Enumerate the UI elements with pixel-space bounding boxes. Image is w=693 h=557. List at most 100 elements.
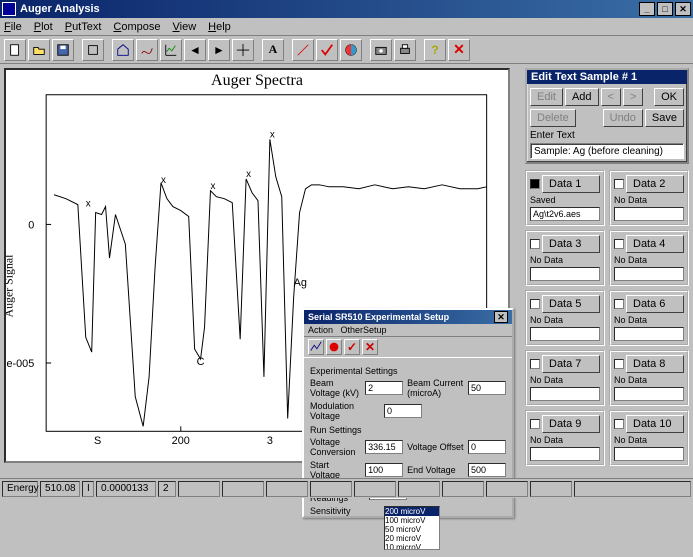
slot-checkbox[interactable] <box>530 179 540 189</box>
menu-puttext[interactable]: PutText <box>65 21 102 33</box>
enter-text-input[interactable] <box>530 143 684 159</box>
beam-voltage-input[interactable] <box>365 381 403 395</box>
box-icon[interactable] <box>82 39 104 61</box>
beam-current-input[interactable] <box>468 381 506 395</box>
slot-button[interactable]: Data 8 <box>626 355 684 373</box>
help-icon[interactable]: ? <box>424 39 446 61</box>
slot-filename-input[interactable] <box>530 387 600 401</box>
sensitivity-option[interactable]: 10 microV <box>385 543 439 550</box>
slot-button[interactable]: Data 1 <box>542 175 600 193</box>
new-icon[interactable] <box>4 39 26 61</box>
minimize-button[interactable]: _ <box>639 2 655 16</box>
slot-filename-input[interactable] <box>614 327 684 341</box>
text-icon[interactable]: A <box>262 39 284 61</box>
y-axis-label: Auger Signal <box>6 254 16 318</box>
status-energy-label: Energy <box>2 481 38 497</box>
slot-checkbox[interactable] <box>614 179 624 189</box>
slot-checkbox[interactable] <box>530 239 540 249</box>
slot-button[interactable]: Data 6 <box>626 295 684 313</box>
slot-button[interactable]: Data 5 <box>542 295 600 313</box>
slot-checkbox[interactable] <box>530 299 540 309</box>
status-cell-c <box>266 481 308 497</box>
dialog-menu-other[interactable]: OtherSetup <box>341 325 387 335</box>
start-v-input[interactable] <box>365 463 403 477</box>
slot-button[interactable]: Data 7 <box>542 355 600 373</box>
slot-checkbox[interactable] <box>530 419 540 429</box>
menu-compose[interactable]: Compose <box>113 21 160 33</box>
volt-conv-input[interactable] <box>365 440 403 454</box>
dialog-accept-icon[interactable]: ✓ <box>344 339 360 355</box>
prev-text-button[interactable]: < <box>601 88 621 106</box>
slot-filename-input[interactable] <box>530 267 600 281</box>
scale-icon[interactable] <box>160 39 182 61</box>
dialog-menu-action[interactable]: Action <box>308 325 333 335</box>
svg-text:x: x <box>86 199 91 210</box>
slot-button[interactable]: Data 9 <box>542 415 600 433</box>
end-v-input[interactable] <box>468 463 506 477</box>
slot-button[interactable]: Data 10 <box>626 415 684 433</box>
menu-help[interactable]: Help <box>208 21 231 33</box>
start-v-label: Start Voltage <box>310 460 361 480</box>
menu-plot[interactable]: Plot <box>34 21 53 33</box>
slot-filename-input[interactable] <box>614 387 684 401</box>
house-icon[interactable] <box>112 39 134 61</box>
next-text-button[interactable]: > <box>623 88 643 106</box>
crosshair-icon[interactable] <box>232 39 254 61</box>
sensitivity-option[interactable]: 100 microV <box>385 516 439 525</box>
camera-icon[interactable] <box>370 39 392 61</box>
exit-icon[interactable]: ✕ <box>448 39 470 61</box>
mod-voltage-input[interactable] <box>384 404 422 418</box>
slot-filename-input[interactable] <box>530 207 600 221</box>
dialog-close-icon[interactable]: ✕ <box>494 311 508 323</box>
slot-filename-input[interactable] <box>530 327 600 341</box>
slot-status: No Data <box>530 435 600 445</box>
print-icon[interactable] <box>394 39 416 61</box>
close-button[interactable]: ✕ <box>675 2 691 16</box>
dialog-stop-icon[interactable] <box>326 339 342 355</box>
status-cell-a <box>178 481 220 497</box>
save-button[interactable]: Save <box>645 109 684 127</box>
circle-icon[interactable] <box>340 39 362 61</box>
next-icon[interactable]: ► <box>208 39 230 61</box>
slot-button[interactable]: Data 3 <box>542 235 600 253</box>
dialog-cancel-icon[interactable]: ✕ <box>362 339 378 355</box>
menu-file[interactable]: File <box>4 21 22 33</box>
sensitivity-option[interactable]: 200 microV <box>385 507 439 516</box>
sensitivity-option[interactable]: 50 microV <box>385 525 439 534</box>
sensitivity-option[interactable]: 20 microV <box>385 534 439 543</box>
edit-text-panel: Edit Text Sample # 1 Edit Add < > OK Del… <box>525 68 689 164</box>
slot-button[interactable]: Data 4 <box>626 235 684 253</box>
slot-filename-input[interactable] <box>614 207 684 221</box>
slot-filename-input[interactable] <box>614 447 684 461</box>
status-cell-f <box>398 481 440 497</box>
save-icon[interactable] <box>52 39 74 61</box>
slot-status: No Data <box>614 255 684 265</box>
slot-checkbox[interactable] <box>614 299 624 309</box>
dialog-run-icon[interactable] <box>308 339 324 355</box>
volt-off-input[interactable] <box>468 440 506 454</box>
curve-icon[interactable] <box>136 39 158 61</box>
slot-checkbox[interactable] <box>614 239 624 249</box>
sensitivity-listbox[interactable]: 200 microV100 microV50 microV20 microV10… <box>384 506 440 550</box>
check-icon[interactable] <box>316 39 338 61</box>
data-slot-3: Data 3No Data <box>525 230 605 286</box>
slot-filename-input[interactable] <box>614 267 684 281</box>
slot-checkbox[interactable] <box>614 419 624 429</box>
sensitivity-label: Sensitivity <box>310 506 380 516</box>
prev-icon[interactable]: ◄ <box>184 39 206 61</box>
delete-button[interactable]: Delete <box>530 109 576 127</box>
status-cell-d <box>310 481 352 497</box>
undo-button[interactable]: Undo <box>603 109 643 127</box>
slot-checkbox[interactable] <box>614 359 624 369</box>
slot-checkbox[interactable] <box>530 359 540 369</box>
status-energy-value: 510.08 <box>40 481 80 497</box>
line-icon[interactable] <box>292 39 314 61</box>
add-button[interactable]: Add <box>565 88 599 106</box>
slot-filename-input[interactable] <box>530 447 600 461</box>
open-icon[interactable] <box>28 39 50 61</box>
edit-button[interactable]: Edit <box>530 88 563 106</box>
ok-button[interactable]: OK <box>654 88 684 106</box>
menu-view[interactable]: View <box>173 21 197 33</box>
maximize-button[interactable]: □ <box>657 2 673 16</box>
slot-button[interactable]: Data 2 <box>626 175 684 193</box>
